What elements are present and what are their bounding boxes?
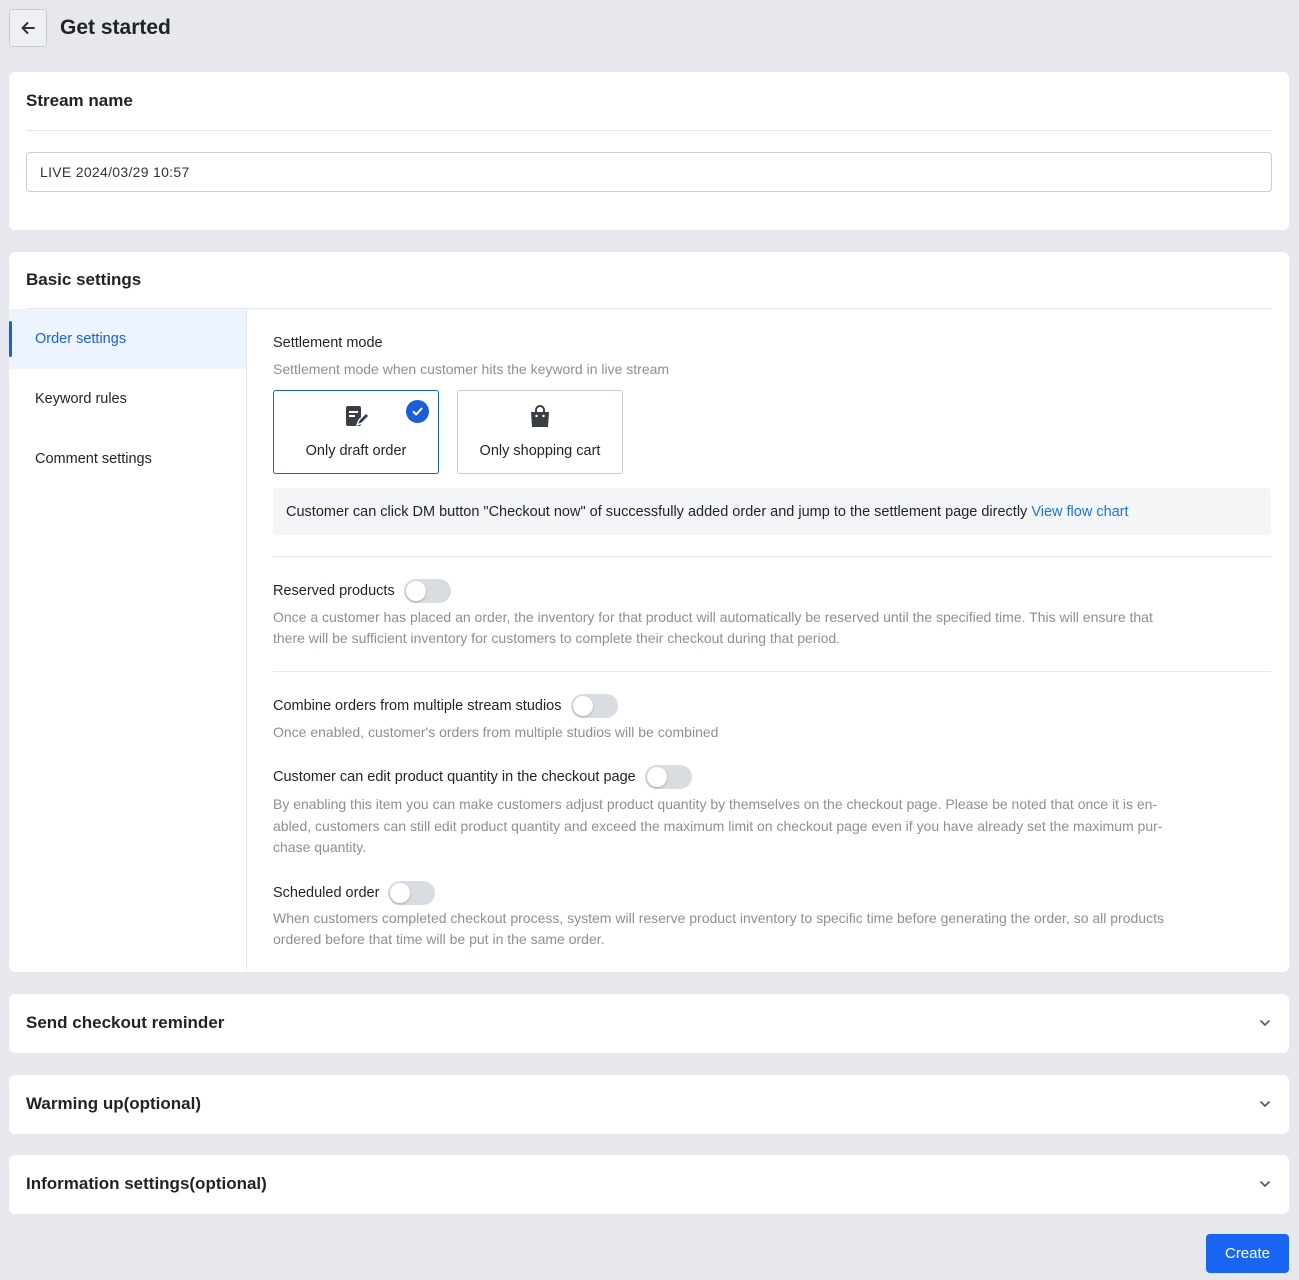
chevron-down-icon[interactable] <box>1258 1016 1272 1030</box>
scheduled-order-label: Scheduled order <box>273 885 380 901</box>
top-bar: Get started <box>9 9 171 47</box>
scheduled-order-desc-line-2: ordered before that time will be put in … <box>273 931 605 947</box>
checkout-reminder-section[interactable]: Send checkout reminder <box>9 994 1289 1053</box>
information-settings-title: Information settings(optional) <box>26 1174 267 1193</box>
draft-order-icon <box>343 404 370 435</box>
basic-settings-title: Basic settings <box>26 270 142 289</box>
edit-quantity-desc-line-2: abled, customers can still edit product … <box>273 818 1163 834</box>
mode-option-draft-order[interactable]: Only draft order <box>273 390 439 474</box>
checkout-reminder-title: Send checkout reminder <box>26 1013 225 1032</box>
stream-name-card: Stream name <box>9 72 1289 230</box>
warming-up-section[interactable]: Warming up(optional) <box>9 1075 1289 1134</box>
scheduled-order-desc-line-1: When customers completed checkout proces… <box>273 910 1164 926</box>
arrow-left-icon <box>21 22 35 34</box>
mode-option-shopping-cart[interactable]: Only shopping cart <box>457 390 623 474</box>
stream-name-title: Stream name <box>26 91 133 110</box>
nav-item-comment-settings[interactable]: Comment settings <box>9 429 246 489</box>
combine-orders-label: Combine orders from multiple stream stud… <box>273 698 562 714</box>
reserved-products-toggle[interactable] <box>403 579 451 603</box>
divider <box>26 130 1272 131</box>
shopping-bag-icon <box>527 404 553 435</box>
edit-quantity-desc-line-3: chase quantity. <box>273 839 367 855</box>
edit-quantity-row: Customer can edit product quantity in th… <box>273 765 692 789</box>
basic-settings-card: Basic settings Order settings Keyword ru… <box>9 252 1289 972</box>
edit-quantity-toggle[interactable] <box>644 765 692 789</box>
nav-item-keyword-rules[interactable]: Keyword rules <box>9 369 246 429</box>
page-title: Get started <box>60 16 171 39</box>
mode-option-label: Only draft order <box>305 443 407 459</box>
settlement-info-text: Customer can click DM button "Checkout n… <box>286 503 1028 520</box>
reserved-products-row: Reserved products <box>273 579 451 603</box>
settlement-mode-desc: Settlement mode when customer hits the k… <box>273 361 670 377</box>
divider <box>273 556 1271 557</box>
reserved-products-desc-line-2: there will be sufficient inventory for c… <box>273 630 841 646</box>
information-settings-section[interactable]: Information settings(optional) <box>9 1155 1289 1214</box>
chevron-down-icon[interactable] <box>1258 1177 1272 1191</box>
edit-quantity-label: Customer can edit product quantity in th… <box>273 769 636 785</box>
nav-item-order-settings[interactable]: Order settings <box>9 309 246 369</box>
check-icon <box>406 400 429 423</box>
settlement-info-box: Customer can click DM button "Checkout n… <box>273 488 1271 535</box>
combine-orders-desc: Once enabled, customer's orders from mul… <box>273 724 719 740</box>
chevron-down-icon[interactable] <box>1258 1097 1272 1111</box>
warming-up-title: Warming up(optional) <box>26 1094 202 1113</box>
mode-option-label: Only shopping cart <box>479 443 601 459</box>
stream-name-input[interactable] <box>26 152 1272 192</box>
scheduled-order-toggle[interactable] <box>388 881 436 905</box>
reserved-products-desc-line-1: Once a customer has placed an order, the… <box>273 609 1153 625</box>
divider <box>273 671 1271 672</box>
back-button[interactable] <box>9 9 47 47</box>
settings-side-nav: Order settings Keyword rules Comment set… <box>9 309 247 972</box>
create-button[interactable]: Create <box>1206 1234 1289 1273</box>
view-flow-chart-link[interactable]: View flow chart <box>1031 504 1128 520</box>
combine-orders-row: Combine orders from multiple stream stud… <box>273 694 618 718</box>
combine-orders-toggle[interactable] <box>570 694 618 718</box>
scheduled-order-row: Scheduled order <box>273 881 436 905</box>
settlement-mode-label: Settlement mode <box>273 335 383 351</box>
order-settings-content: Settlement mode Settlement mode when cus… <box>273 309 1272 972</box>
reserved-products-label: Reserved products <box>273 583 395 599</box>
edit-quantity-desc-line-1: By enabling this item you can make custo… <box>273 796 1158 812</box>
